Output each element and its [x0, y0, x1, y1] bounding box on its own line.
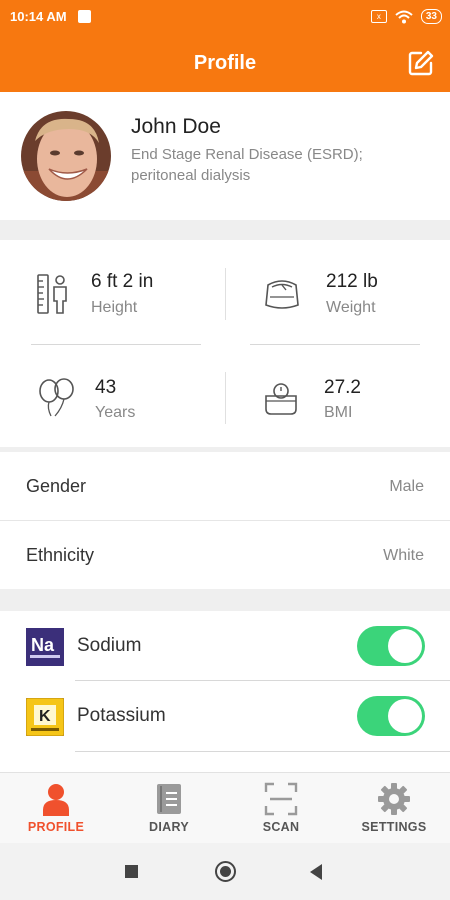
- section-gap: [0, 589, 450, 611]
- weight-value: 212 lb: [326, 271, 378, 292]
- avatar[interactable]: [21, 111, 111, 201]
- home-icon-dot: [220, 866, 231, 877]
- bmi-value: 27.2: [324, 377, 361, 398]
- sodium-label: Sodium: [77, 635, 142, 656]
- bmi-scale-icon: [265, 383, 297, 415]
- sim-icon: x: [370, 10, 387, 23]
- wifi-icon: [395, 10, 413, 23]
- notification-icon: [78, 10, 91, 23]
- tab-settings[interactable]: SETTINGS: [338, 773, 450, 843]
- tab-scan-label: SCAN: [262, 820, 300, 834]
- tab-scan[interactable]: SCAN: [225, 773, 337, 843]
- tab-profile-label: PROFILE: [27, 820, 85, 834]
- body-stats: 6 ft 2 in Height 212 lb Weight 43 Years …: [0, 240, 450, 447]
- potassium-toggle[interactable]: [357, 696, 425, 736]
- potassium-label: Potassium: [77, 705, 166, 726]
- toggle-knob: [388, 629, 422, 663]
- tab-profile[interactable]: PROFILE: [0, 773, 112, 843]
- balloons-icon: [39, 378, 74, 417]
- profile-name: John Doe: [131, 115, 221, 138]
- row-divider: [75, 751, 450, 752]
- gender-label: Gender: [26, 476, 87, 496]
- bottom-tab-bar: PROFILE DIARY SCAN SETTINGS: [0, 772, 450, 843]
- profile-condition: End Stage Renal Disease (ESRD); peritone…: [131, 146, 363, 184]
- sodium-row: Na Sodium: [0, 611, 450, 681]
- profile-card: John Doe End Stage Renal Disease (ESRD);…: [0, 92, 450, 220]
- height-label: Height: [91, 299, 138, 316]
- scan-icon: [264, 782, 298, 816]
- age-label: Years: [95, 404, 136, 421]
- potassium-row: K Potassium: [0, 681, 450, 751]
- back-icon[interactable]: [310, 864, 322, 880]
- svg-text:K: K: [39, 708, 51, 725]
- tab-settings-label: SETTINGS: [361, 820, 427, 834]
- weight-label: Weight: [326, 299, 376, 316]
- status-bar: 10:14 AM x 33: [0, 0, 450, 34]
- svg-text:Na: Na: [31, 635, 55, 655]
- home-icon[interactable]: [215, 861, 236, 882]
- age-value: 43: [95, 377, 117, 398]
- potassium-badge-icon: K: [26, 698, 64, 736]
- status-icons: x 33: [370, 9, 442, 24]
- scale-icon: [265, 280, 299, 309]
- gender-row[interactable]: Gender Male: [0, 452, 450, 520]
- person-icon: [43, 784, 69, 816]
- diary-icon: [157, 784, 181, 814]
- height-value: 6 ft 2 in: [91, 271, 154, 292]
- app-header: 10:14 AM x 33 Profile: [0, 0, 450, 92]
- stat-divider: [31, 344, 201, 345]
- section-gap: [0, 220, 450, 240]
- ethnicity-label: Ethnicity: [26, 545, 95, 565]
- stat-divider: [225, 372, 226, 424]
- page-title: Profile: [193, 52, 257, 74]
- stat-divider: [250, 344, 420, 345]
- ethnicity-value: White: [383, 547, 424, 564]
- battery-indicator: 33: [420, 9, 442, 24]
- status-time: 10:14 AM: [10, 9, 67, 24]
- gear-icon: [378, 783, 410, 815]
- system-nav-bar: [0, 843, 450, 900]
- ruler-person-icon: [37, 274, 67, 314]
- ethnicity-row[interactable]: Ethnicity White: [0, 521, 450, 589]
- tab-diary-label: DIARY: [149, 820, 189, 834]
- stat-divider: [225, 268, 226, 320]
- recents-icon[interactable]: [125, 865, 138, 878]
- gender-value: Male: [389, 478, 424, 495]
- bmi-label: BMI: [324, 404, 353, 421]
- tab-diary[interactable]: DIARY: [113, 773, 225, 843]
- edit-icon[interactable]: [408, 50, 434, 76]
- toggle-knob: [388, 699, 422, 733]
- sodium-badge-icon: Na: [26, 628, 64, 666]
- sodium-toggle[interactable]: [357, 626, 425, 666]
